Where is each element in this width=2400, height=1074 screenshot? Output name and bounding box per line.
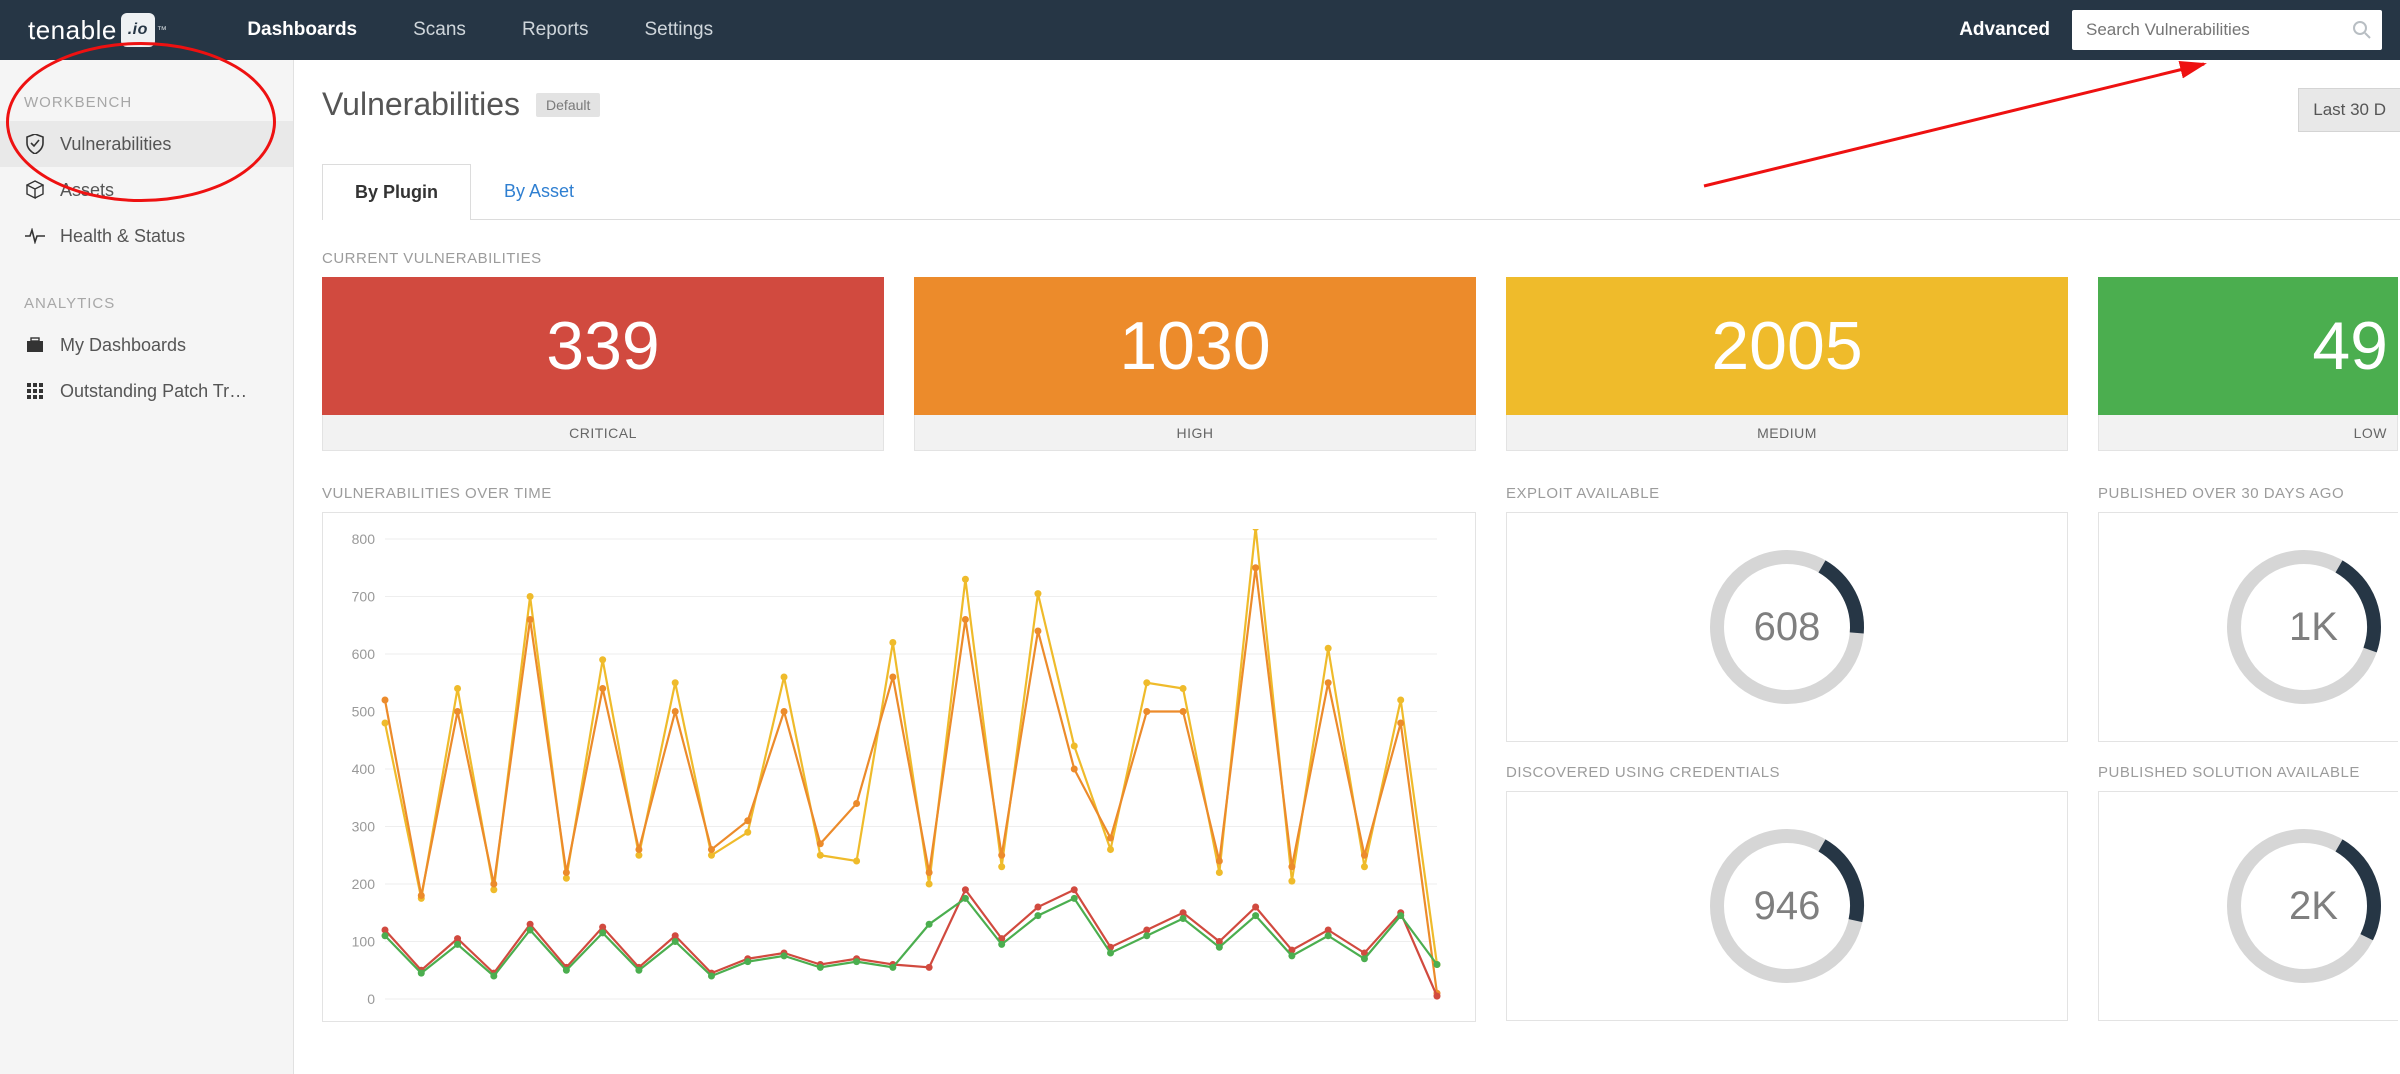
donut-solution[interactable]: 2K bbox=[2098, 791, 2398, 1021]
svg-text:0: 0 bbox=[367, 991, 375, 1007]
svg-text:600: 600 bbox=[352, 646, 376, 662]
top-nav: tenable .io ™ Dashboards Scans Reports S… bbox=[0, 0, 2400, 60]
search-icon[interactable] bbox=[2352, 20, 2372, 40]
default-badge: Default bbox=[536, 93, 600, 117]
advanced-link[interactable]: Advanced bbox=[1959, 19, 2050, 41]
severity-cards: 339 CRITICAL 1030 HIGH 2005 MEDIUM 49 LO… bbox=[322, 277, 2400, 451]
donut-value: 2K bbox=[2289, 884, 2338, 929]
sidebar-item-label: Vulnerabilities bbox=[60, 134, 171, 155]
svg-text:400: 400 bbox=[352, 761, 376, 777]
donut-credentials[interactable]: 946 bbox=[1506, 791, 2068, 1021]
view-tabs: By Plugin By Asset bbox=[322, 163, 2400, 220]
severity-card-low[interactable]: 49 LOW bbox=[2098, 277, 2398, 451]
brand-logo[interactable]: tenable .io ™ bbox=[28, 13, 167, 47]
tab-by-asset[interactable]: By Asset bbox=[471, 163, 607, 219]
donut-value: 608 bbox=[1754, 605, 1821, 650]
search-box[interactable] bbox=[2072, 10, 2382, 50]
sidebar-item-label: Health & Status bbox=[60, 226, 185, 247]
search-input[interactable] bbox=[2072, 10, 2382, 50]
severity-card-critical[interactable]: 339 CRITICAL bbox=[322, 277, 884, 451]
section-current-label: CURRENT VULNERABILITIES bbox=[322, 250, 2400, 267]
sidebar-item-label: My Dashboards bbox=[60, 335, 186, 356]
sidebar-item-mydashboards[interactable]: My Dashboards bbox=[0, 322, 293, 368]
severity-label: MEDIUM bbox=[1506, 415, 2068, 451]
tab-by-plugin[interactable]: By Plugin bbox=[322, 164, 471, 220]
severity-count: 1030 bbox=[914, 277, 1476, 415]
donut-exploit[interactable]: 608 bbox=[1506, 512, 2068, 742]
sidebar-item-patch[interactable]: Outstanding Patch Tr… bbox=[0, 368, 293, 414]
line-chart-svg: 0 100 200 300 400 500 600 700 800 bbox=[331, 529, 1451, 1019]
sidebar-section-workbench: WORKBENCH bbox=[0, 94, 293, 121]
severity-label: CRITICAL bbox=[322, 415, 884, 451]
date-range-button[interactable]: Last 30 D bbox=[2298, 88, 2400, 132]
svg-text:100: 100 bbox=[352, 934, 376, 950]
main-content: Vulnerabilities Default Last 30 D By Plu… bbox=[294, 60, 2400, 1074]
severity-count: 2005 bbox=[1506, 277, 2068, 415]
sidebar: WORKBENCH Vulnerabilities Assets Health … bbox=[0, 60, 294, 1074]
section-overtime-label: VULNERABILITIES OVER TIME bbox=[322, 485, 1476, 502]
sidebar-item-vulnerabilities[interactable]: Vulnerabilities bbox=[0, 121, 293, 167]
cube-icon bbox=[24, 180, 46, 200]
brand-badge-icon: .io bbox=[121, 13, 155, 47]
brand-name-a: tenable bbox=[28, 15, 117, 46]
svg-text:200: 200 bbox=[352, 876, 376, 892]
severity-label: HIGH bbox=[914, 415, 1476, 451]
briefcase-icon bbox=[24, 337, 46, 353]
sidebar-item-health[interactable]: Health & Status bbox=[0, 213, 293, 259]
section-exploit-label: EXPLOIT AVAILABLE bbox=[1506, 485, 2068, 502]
brand-tm: ™ bbox=[157, 25, 168, 36]
nav-reports[interactable]: Reports bbox=[522, 19, 589, 41]
svg-text:300: 300 bbox=[352, 819, 376, 835]
nav-scans[interactable]: Scans bbox=[413, 19, 466, 41]
severity-count: 339 bbox=[322, 277, 884, 415]
svg-text:700: 700 bbox=[352, 589, 376, 605]
severity-count: 49 bbox=[2098, 277, 2398, 415]
donut-value: 946 bbox=[1754, 884, 1821, 929]
shield-icon bbox=[24, 134, 46, 154]
svg-text:500: 500 bbox=[352, 704, 376, 720]
donut-value: 1K bbox=[2289, 605, 2338, 650]
sidebar-item-assets[interactable]: Assets bbox=[0, 167, 293, 213]
section-solution-label: PUBLISHED SOLUTION AVAILABLE bbox=[2098, 764, 2398, 781]
severity-card-high[interactable]: 1030 HIGH bbox=[914, 277, 1476, 451]
sidebar-section-analytics: ANALYTICS bbox=[0, 295, 293, 322]
nav-dashboards[interactable]: Dashboards bbox=[247, 19, 357, 41]
nav-items: Dashboards Scans Reports Settings bbox=[247, 19, 713, 41]
severity-label: LOW bbox=[2098, 415, 2398, 451]
page-title: Vulnerabilities bbox=[322, 86, 520, 123]
section-cred-label: DISCOVERED USING CREDENTIALS bbox=[1506, 764, 2068, 781]
sidebar-item-label: Assets bbox=[60, 180, 114, 201]
section-pub30-label: PUBLISHED OVER 30 DAYS AGO bbox=[2098, 485, 2398, 502]
donut-pub30[interactable]: 1K bbox=[2098, 512, 2398, 742]
overtime-chart[interactable]: 0 100 200 300 400 500 600 700 800 bbox=[322, 512, 1476, 1022]
nav-settings[interactable]: Settings bbox=[644, 19, 713, 41]
pulse-icon bbox=[24, 228, 46, 244]
svg-text:800: 800 bbox=[352, 531, 376, 547]
grid-icon bbox=[24, 383, 46, 399]
sidebar-item-label: Outstanding Patch Tr… bbox=[60, 381, 247, 402]
page-header: Vulnerabilities Default bbox=[322, 86, 2400, 123]
severity-card-medium[interactable]: 2005 MEDIUM bbox=[1506, 277, 2068, 451]
